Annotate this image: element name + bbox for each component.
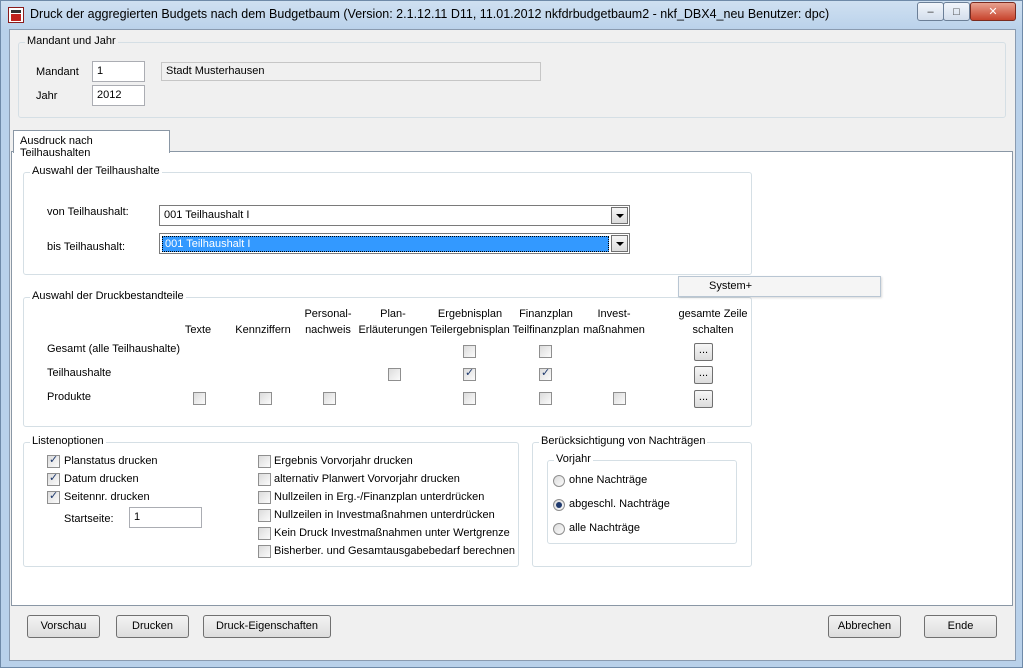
nullzeilen-erg-checkbox[interactable] (258, 491, 271, 504)
teilhaushalte-row-toggle-button[interactable]: ... (694, 366, 713, 384)
jahr-field[interactable]: 2012 (92, 85, 145, 106)
ohne-nachtraege-radio[interactable] (553, 475, 565, 487)
von-teilhaushalt-select[interactable]: 001 Teilhaushalt I (159, 205, 630, 226)
abbrechen-button[interactable]: Abbrechen (828, 615, 901, 638)
seitennr-checkbox[interactable] (47, 489, 60, 504)
mandant-name-display: Stadt Musterhausen (161, 62, 541, 81)
alle-nachtraege-radio[interactable] (553, 523, 565, 535)
ohne-nachtraege-label: ohne Nachträge (569, 474, 648, 486)
bisherber-label: Bisherber. und Gesamtausgabebedarf berec… (274, 545, 515, 557)
app-icon (8, 7, 24, 23)
produkte-kennziffern-checkbox[interactable] (259, 392, 272, 405)
nachtraege-group-legend: Berücksichtigung von Nachträgen (539, 435, 708, 447)
vorschau-button[interactable]: Vorschau (27, 615, 100, 638)
abgeschl-nachtraege-label: abgeschl. Nachträge (569, 498, 670, 510)
von-teilhaushalt-label: von Teilhaushalt: (47, 206, 129, 218)
close-icon: ✕ (988, 6, 998, 18)
alle-nachtraege-label: alle Nachträge (569, 522, 640, 534)
gesamt-row-toggle-button[interactable]: ... (694, 343, 713, 361)
chevron-down-icon[interactable] (611, 207, 628, 224)
col-head-ergebnisplan: Ergebnisplan Teilergebnisplan (430, 308, 510, 336)
produkte-ergebnisplan-checkbox[interactable] (463, 392, 476, 405)
mandant-label: Mandant (36, 66, 79, 78)
ende-button[interactable]: Ende (924, 615, 997, 638)
druckbestandteile-group-legend: Auswahl der Druckbestandteile (30, 290, 186, 302)
close-button[interactable]: ✕ (970, 2, 1016, 21)
datum-label: Datum drucken (64, 473, 139, 485)
mandant-field[interactable]: 1 (92, 61, 145, 82)
row-label-teilhaushalte: Teilhaushalte (47, 367, 112, 379)
startseite-label: Startseite: (64, 513, 114, 525)
teilhaushalte-ergebnisplan-checkbox[interactable] (463, 366, 476, 381)
nullzeilen-invest-checkbox[interactable] (258, 509, 271, 522)
title-bar[interactable]: Druck der aggregierten Budgets nach dem … (1, 1, 1022, 29)
produkte-finanzplan-checkbox[interactable] (539, 392, 552, 405)
produkte-texte-checkbox[interactable] (193, 392, 206, 405)
bis-teilhaushalt-select[interactable]: 001 Teilhaushalt I (159, 233, 630, 254)
window-title: Druck der aggregierten Budgets nach dem … (30, 7, 830, 21)
app-window: Druck der aggregierten Budgets nach dem … (0, 0, 1023, 668)
listenoptionen-group-legend: Listenoptionen (30, 435, 106, 447)
ergebnis-vorvorjahr-checkbox[interactable] (258, 455, 271, 468)
col-head-kennziffern: Kennziffern (235, 324, 291, 336)
col-head-investmassnahmen: Invest-maßnahmen (583, 308, 645, 336)
von-teilhaushalt-value: 001 Teilhaushalt I (164, 209, 250, 221)
col-head-plan-erlaeuterungen: Plan- Erläuterungen (358, 308, 428, 336)
teilhaushalte-group-legend: Auswahl der Teilhaushalte (30, 165, 162, 177)
row-label-produkte: Produkte (47, 391, 92, 403)
kein-druck-invest-label: Kein Druck Investmaßnahmen unter Wertgre… (274, 527, 510, 539)
minimize-icon: – (927, 5, 934, 18)
gesamt-finanzplan-checkbox[interactable] (539, 345, 552, 358)
dialog-client-area: Mandant und Jahr Mandant 1 Stadt Musterh… (9, 29, 1016, 661)
druck-eigenschaften-button[interactable]: Druck-Eigenschaften (203, 615, 331, 638)
seitennr-label: Seitennr. drucken (64, 491, 150, 503)
startseite-field[interactable]: 1 (129, 507, 202, 528)
planstatus-label: Planstatus drucken (64, 455, 158, 467)
planwert-vorvorjahr-label: alternativ Planwert Vorvorjahr drucken (274, 473, 460, 485)
jahr-label: Jahr (36, 90, 58, 102)
drucken-button[interactable]: Drucken (116, 615, 189, 638)
produkte-invest-checkbox[interactable] (613, 392, 626, 405)
bis-teilhaushalt-value: 001 Teilhaushalt I (162, 236, 609, 252)
col-head-gesamte-zeile: gesamte Zeile schalten (678, 308, 748, 336)
row-label-gesamt: Gesamt (alle Teilhaushalte) (47, 343, 181, 355)
teilhaushalte-finanzplan-checkbox[interactable] (539, 366, 552, 381)
kein-druck-invest-checkbox[interactable] (258, 527, 271, 540)
datum-checkbox[interactable] (47, 471, 60, 486)
abgeschl-nachtraege-radio[interactable] (553, 499, 565, 511)
vorjahr-group-legend: Vorjahr (554, 453, 593, 465)
teilhaushalte-plan-erlaeuterungen-checkbox[interactable] (388, 368, 401, 381)
gesamt-ergebnisplan-checkbox[interactable] (463, 345, 476, 358)
bis-teilhaushalt-label: bis Teilhaushalt: (47, 241, 126, 253)
bisherber-checkbox[interactable] (258, 545, 271, 558)
tab-panel: Auswahl der Teilhaushalte von Teilhausha… (11, 151, 1013, 606)
col-head-finanzplan: Finanzplan Teilfinanzplan (512, 308, 580, 336)
chevron-down-icon[interactable] (611, 235, 628, 252)
minimize-button[interactable]: – (917, 2, 944, 21)
maximize-button[interactable]: □ (943, 2, 970, 21)
maximize-icon: □ (953, 5, 960, 18)
planwert-vorvorjahr-checkbox[interactable] (258, 473, 271, 486)
produkte-row-toggle-button[interactable]: ... (694, 390, 713, 408)
nullzeilen-invest-label: Nullzeilen in Investmaßnahmen unterdrück… (274, 509, 495, 521)
planstatus-checkbox[interactable] (47, 453, 60, 468)
produkte-personal-checkbox[interactable] (323, 392, 336, 405)
tab-ausdruck-teilhaushalte[interactable]: Ausdruck nach Teilhaushalten (13, 130, 170, 159)
col-head-personal: Personal-nachweis (304, 308, 352, 336)
col-head-texte: Texte (184, 324, 212, 336)
system-plus-menu-item[interactable]: System+ (678, 276, 881, 297)
nullzeilen-erg-label: Nullzeilen in Erg.-/Finanzplan unterdrüc… (274, 491, 485, 503)
mandant-group-legend: Mandant und Jahr (25, 35, 118, 47)
ergebnis-vorvorjahr-label: Ergebnis Vorvorjahr drucken (274, 455, 413, 467)
